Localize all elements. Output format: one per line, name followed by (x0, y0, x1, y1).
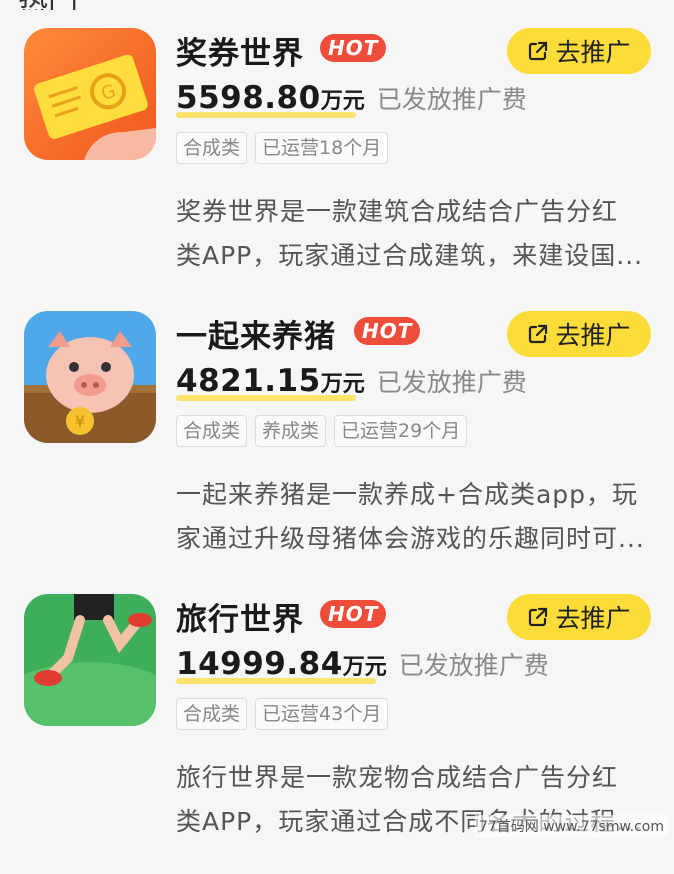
promote-label: 去推广 (555, 604, 631, 633)
amount-description: 已发放推广费 (398, 651, 549, 680)
amount-unit: 万元 (320, 89, 365, 114)
running-legs-icon (24, 594, 156, 726)
app-title: 奖券世界 (176, 36, 304, 72)
tag-list: 合成类 养成类 已运营29个月 (176, 415, 468, 447)
description-line: 旅行世界是一款宠物合成结合广告分红 (176, 763, 619, 792)
promote-button[interactable]: 去推广 (507, 594, 651, 640)
amount-unit: 万元 (320, 372, 365, 397)
share-icon (529, 607, 548, 627)
amount-value: 14999.84 (176, 646, 343, 682)
app-title: 旅行世界 (176, 602, 304, 638)
app-card[interactable]: ¥ 一起来养猪 HOT 去推广 4821.15万元 已发放推广费 合成类 养成类 … (0, 311, 674, 591)
share-icon (529, 41, 548, 61)
amount-value: 4821.15 (176, 363, 321, 399)
promote-button[interactable]: 去推广 (507, 311, 651, 357)
description-line: 类APP，玩家通过合成建筑，来建设国... (176, 241, 644, 270)
app-card[interactable]: G 奖券世界 HOT 去推广 5598.80万元 已发放推广费 合成类 已运营18… (0, 28, 674, 308)
app-description: 一起来养猪是一款养成+合成类app，玩 家通过升级母猪体会游戏的乐趣同时可... (176, 473, 656, 561)
hot-badge: HOT (354, 317, 421, 345)
share-icon (529, 324, 548, 344)
watermark: 77首码网 www.77smw.com (474, 815, 668, 837)
amount-description: 已发放推广费 (376, 85, 527, 114)
amount-highlight (176, 395, 356, 401)
amount-highlight (176, 112, 356, 118)
tag: 已运营29个月 (334, 415, 468, 447)
header-cutoff: 热门 (0, 0, 674, 10)
pig-icon: ¥ (24, 311, 156, 443)
tag: 合成类 (176, 415, 248, 447)
amount-description: 已发放推广费 (376, 368, 527, 397)
hot-badge: HOT (320, 600, 387, 628)
promote-label: 去推广 (555, 321, 631, 350)
description-line: 一起来养猪是一款养成+合成类app，玩 (176, 480, 639, 509)
amount-value: 5598.80 (176, 80, 321, 116)
tag: 已运营18个月 (255, 132, 389, 164)
tag: 合成类 (176, 698, 248, 730)
svg-text:¥: ¥ (75, 412, 85, 431)
tag-list: 合成类 已运营18个月 (176, 132, 389, 164)
tag: 已运营43个月 (255, 698, 389, 730)
amount-unit: 万元 (342, 655, 387, 680)
app-title: 一起来养猪 (176, 319, 336, 355)
lottery-ticket-icon: G (24, 28, 156, 160)
description-line: 奖券世界是一款建筑合成结合广告分红 (176, 197, 619, 226)
promote-label: 去推广 (555, 38, 631, 67)
amount-highlight (176, 678, 376, 684)
description-line: 家通过升级母猪体会游戏的乐趣同时可... (176, 524, 645, 553)
tag-list: 合成类 已运营43个月 (176, 698, 389, 730)
app-description: 奖券世界是一款建筑合成结合广告分红 类APP，玩家通过合成建筑，来建设国... (176, 190, 656, 278)
tag: 养成类 (255, 415, 327, 447)
hot-badge: HOT (320, 34, 387, 62)
tag: 合成类 (176, 132, 248, 164)
promote-button[interactable]: 去推广 (507, 28, 651, 74)
